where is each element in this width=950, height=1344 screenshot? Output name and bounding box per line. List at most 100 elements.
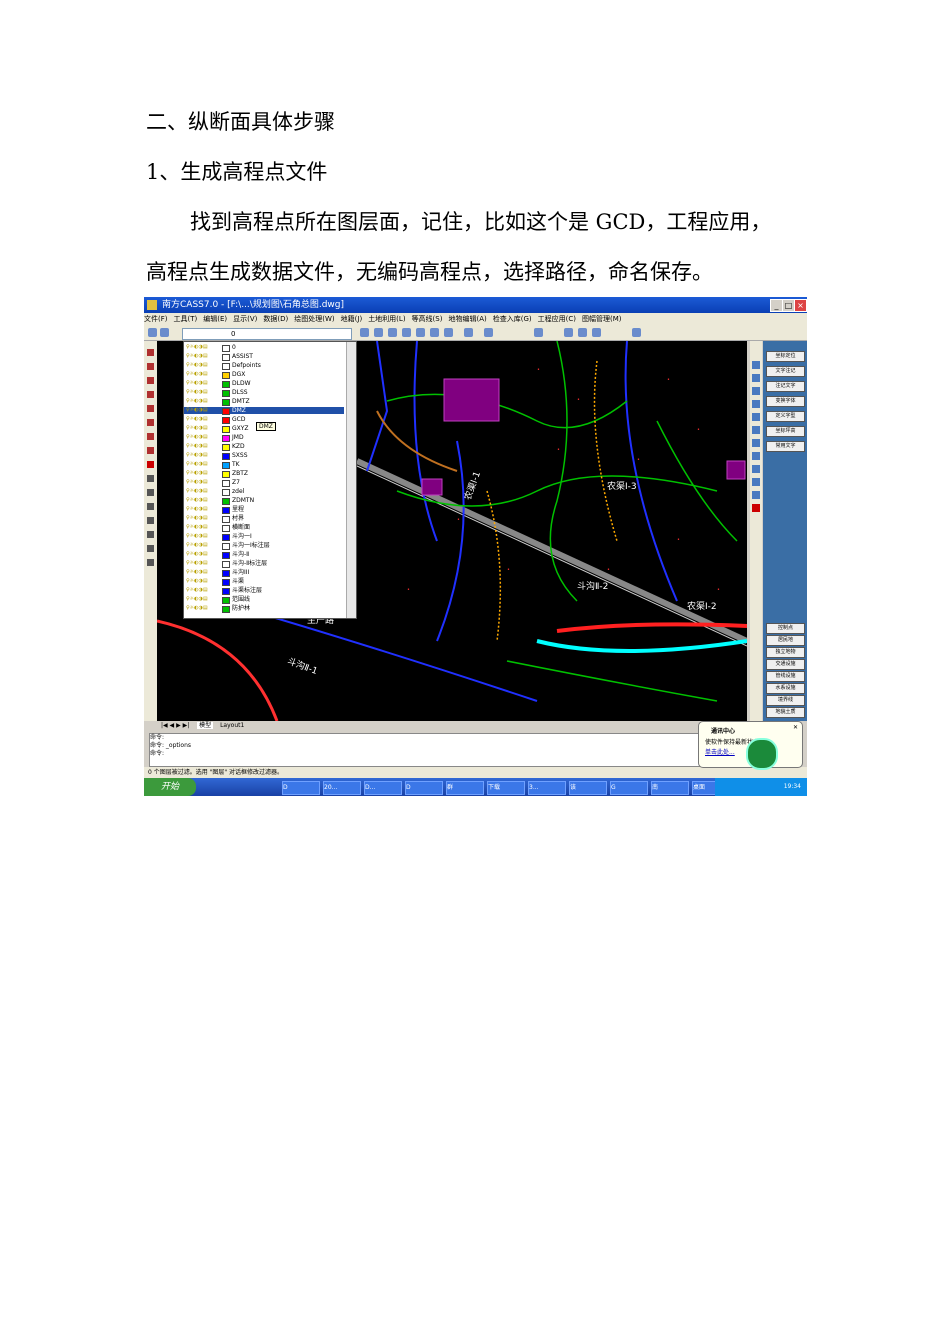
layer-state-icons[interactable]: ♀☼◐◑▤ (186, 363, 220, 368)
panel-button[interactable]: 注记文字 (766, 381, 805, 392)
layer-state-icons[interactable]: ♀☼◐◑▤ (186, 534, 220, 539)
tool-icon[interactable] (752, 452, 760, 460)
taskbar-button[interactable]: 20... (323, 781, 361, 795)
layer-row[interactable]: ♀☼◐◑▤ 范围线 (184, 596, 344, 604)
layer-state-icons[interactable]: ♀☼◐◑▤ (186, 462, 220, 467)
panel-button[interactable]: 居民地 (766, 635, 805, 646)
panel-button[interactable]: 坐标定位 (766, 351, 805, 362)
taskbar-button[interactable]: 该 (569, 781, 607, 795)
panel-button[interactable]: 交通设施 (766, 659, 805, 670)
layer-state-icons[interactable]: ♀☼◐◑▤ (186, 498, 220, 503)
tool-icon[interactable] (147, 377, 154, 384)
redo-icon[interactable] (484, 328, 493, 337)
layer-state-icons[interactable]: ♀☼◐◑▤ (186, 381, 220, 386)
layer-row[interactable]: ♀☼◐◑▤ DGX (184, 371, 344, 379)
layer-row[interactable]: ♀☼◐◑▤ 里程 (184, 506, 344, 514)
layer-row[interactable]: ♀☼◐◑▤ Z7 (184, 479, 344, 487)
layer-state-icons[interactable]: ♀☼◐◑▤ (186, 489, 220, 494)
layer-row[interactable]: ♀☼◐◑▤ 斗沟-Ⅱ (184, 551, 344, 559)
menu-item[interactable]: 绘图处理(W) (294, 315, 334, 323)
panel-button[interactable]: 常用文字 (766, 441, 805, 452)
tool-icon[interactable] (147, 349, 154, 356)
tool-icon[interactable] (147, 405, 154, 412)
tool-icon[interactable] (147, 475, 154, 482)
layer-row[interactable]: ♀☼◐◑▤ DLSS (184, 389, 344, 397)
layer-icon[interactable] (148, 328, 157, 337)
layer-state-icons[interactable]: ♀☼◐◑▤ (186, 453, 220, 458)
tool-icon[interactable] (147, 517, 154, 524)
tab-model[interactable]: 模型 (197, 722, 214, 729)
pen-icon[interactable] (388, 328, 397, 337)
taskbar-button[interactable]: 南 (651, 781, 689, 795)
layer-row[interactable]: ♀☼◐◑▤ DLDW (184, 380, 344, 388)
panel-button[interactable]: 地貌土质 (766, 707, 805, 718)
grid-icon[interactable] (534, 328, 543, 337)
layer-state-icons[interactable]: ♀☼◐◑▤ (186, 606, 220, 611)
tool-icon[interactable] (752, 439, 760, 447)
layer-state-icons[interactable]: ♀☼◐◑▤ (186, 507, 220, 512)
panel-button[interactable]: 文字注记 (766, 366, 805, 377)
layer-row[interactable]: ♀☼◐◑▤ 0 (184, 344, 344, 352)
layer-scrollbar[interactable] (346, 342, 356, 618)
pan-icon[interactable] (402, 328, 411, 337)
layer-row[interactable]: ♀☼◐◑▤ DMTZ (184, 398, 344, 406)
menu-item[interactable]: 显示(V) (233, 315, 257, 323)
layer-row[interactable]: ♀☼◐◑▤ TK (184, 461, 344, 469)
menu-item[interactable]: 编辑(E) (203, 315, 227, 323)
layer-state-icons[interactable]: ♀☼◐◑▤ (186, 471, 220, 476)
tool-icon[interactable] (147, 503, 154, 510)
layer-state-icons[interactable]: ♀☼◐◑▤ (186, 426, 220, 431)
layer-row[interactable]: ♀☼◐◑▤ 横断面 (184, 524, 344, 532)
layer-row[interactable]: ♀☼◐◑▤ 斗沟一Ⅰ (184, 533, 344, 541)
tool-icon[interactable] (752, 413, 760, 421)
taskbar-button[interactable]: D (282, 781, 320, 795)
layer-state-icon[interactable] (160, 328, 169, 337)
layer-row[interactable]: ♀☼◐◑▤ 防护林 (184, 605, 344, 613)
layer-state-icons[interactable]: ♀☼◐◑▤ (186, 516, 220, 521)
start-button[interactable]: 开始 (144, 778, 196, 796)
taskbar-button[interactable]: 群 (446, 781, 484, 795)
tool-icon[interactable] (147, 433, 154, 440)
menu-item[interactable]: 数据(D) (263, 315, 288, 323)
panel-button[interactable]: 境界线 (766, 695, 805, 706)
help-icon[interactable] (632, 328, 641, 337)
layer-state-icons[interactable]: ♀☼◐◑▤ (186, 570, 220, 575)
layer-state-icons[interactable]: ♀☼◐◑▤ (186, 345, 220, 350)
layer-row[interactable]: ♀☼◐◑▤ zdel (184, 488, 344, 496)
taskbar-button[interactable]: D... (364, 781, 402, 795)
layer-state-icons[interactable]: ♀☼◐◑▤ (186, 543, 220, 548)
tool-icon[interactable] (752, 491, 760, 499)
layer-state-icons[interactable]: ♀☼◐◑▤ (186, 417, 220, 422)
tool-icon[interactable] (752, 387, 760, 395)
layer-state-icons[interactable]: ♀☼◐◑▤ (186, 552, 220, 557)
layer-row[interactable]: ♀☼◐◑▤ KZD (184, 443, 344, 451)
menu-item[interactable]: 地籍(J) (341, 315, 363, 323)
undo-icon[interactable] (464, 328, 473, 337)
tool-icon[interactable] (752, 361, 760, 369)
layer-row[interactable]: ♀☼◐◑▤ ZBTZ (184, 470, 344, 478)
menu-item[interactable]: 地物编辑(A) (448, 315, 486, 323)
panel-button[interactable]: 坐标坪高 (766, 426, 805, 437)
layer-state-icons[interactable]: ♀☼◐◑▤ (186, 354, 220, 359)
layer-state-icons[interactable]: ♀☼◐◑▤ (186, 480, 220, 485)
layer-state-icons[interactable]: ♀☼◐◑▤ (186, 525, 220, 530)
tool-icon[interactable] (752, 465, 760, 473)
taskbar-button[interactable]: 下载 (487, 781, 525, 795)
taskbar-button[interactable]: G (610, 781, 648, 795)
layer-row[interactable]: ♀☼◐◑▤ 斗渠标注层 (184, 587, 344, 595)
tool-icon[interactable] (752, 426, 760, 434)
move-icon[interactable] (578, 328, 587, 337)
menu-item[interactable]: 工具(T) (174, 315, 198, 323)
layer-combo[interactable]: 0 (182, 328, 352, 340)
panel-button[interactable]: 独立地物 (766, 647, 805, 658)
layer-state-icons[interactable]: ♀☼◐◑▤ (186, 390, 220, 395)
menu-item[interactable]: 图幅管理(M) (582, 315, 622, 323)
tool-icon[interactable] (752, 504, 760, 512)
panel-button[interactable]: 定义字型 (766, 411, 805, 422)
layer-row[interactable]: ♀☼◐◑▤ 村界 (184, 515, 344, 523)
taskbar-button[interactable]: D (405, 781, 443, 795)
layer-row[interactable]: ♀☼◐◑▤ JMD (184, 434, 344, 442)
menu-item[interactable]: 工程应用(C) (538, 315, 576, 323)
close-icon[interactable]: ✕ (793, 724, 798, 731)
layer-row[interactable]: ♀☼◐◑▤ 斗沟-Ⅱ标注层 (184, 560, 344, 568)
